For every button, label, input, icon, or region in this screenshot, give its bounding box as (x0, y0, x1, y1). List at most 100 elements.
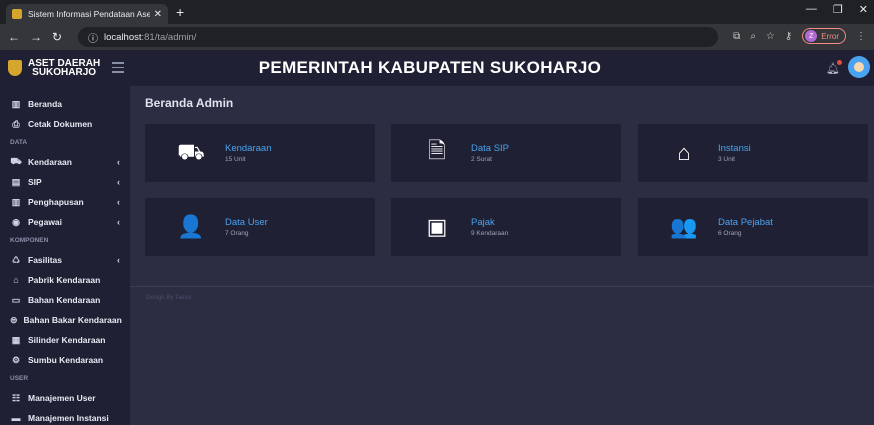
sidebar-item-label: Pabrik Kendaraan (28, 275, 101, 285)
chevron-left-icon: ‹ (117, 197, 120, 207)
factory-icon: ⌂ (13, 275, 19, 285)
forward-icon[interactable]: → (30, 30, 42, 44)
stat-card-title: Pajak (471, 217, 495, 228)
car-icon: ⛟ (177, 138, 205, 164)
sidebar-item-label: Cetak Dokumen (28, 119, 93, 129)
new-tab-icon[interactable]: + (176, 4, 184, 20)
sidebar-item-fasilitas[interactable]: ♺ Fasilitas ‹ (0, 250, 130, 270)
stat-card-title: Instansi (718, 143, 751, 154)
stat-card-count: 15 Unit (225, 156, 246, 163)
app-header: ASET DAERAH SUKOHARJO PEMERINTAH KABUPAT… (0, 50, 874, 86)
user-circle-icon: ◉ (12, 216, 20, 227)
profile-error-button[interactable]: Z Error (802, 28, 846, 44)
back-icon[interactable]: ← (8, 30, 20, 44)
user-avatar[interactable] (848, 56, 870, 78)
hamburger-menu-icon[interactable] (112, 62, 124, 76)
stat-card-kendaraan[interactable]: ⛟ Kendaraan 15 Unit (145, 124, 375, 182)
sidebar-item-manajemen-instansi[interactable]: ▬ Manajemen Instansi (0, 408, 130, 425)
sidebar-section-user: USER (10, 375, 29, 382)
sidebar-section-data: DATA (10, 139, 28, 146)
sidebar-item-penghapusan[interactable]: ▥ Penghapusan ‹ (0, 192, 130, 212)
chevron-left-icon: ‹ (117, 217, 120, 227)
url-path: :81/ta/admin/ (141, 31, 197, 43)
stat-card-title: Data SIP (471, 143, 510, 154)
notification-bell-icon[interactable]: 🔔︎ (826, 60, 842, 75)
error-label: Error (821, 31, 839, 41)
minimize-icon[interactable]: — (806, 3, 817, 16)
stat-card-title: Data User (225, 217, 268, 228)
menu-dots-icon[interactable]: ⋮ (856, 31, 866, 42)
sidebar-item-label: Bahan Kendaraan (28, 295, 101, 305)
stat-card-title: Data Pejabat (718, 217, 773, 228)
money-icon: ▣ (426, 214, 448, 239)
sidebar-item-cetak-dokumen[interactable]: ⎙ Cetak Dokumen (0, 114, 130, 134)
home-icon: ⌂ (677, 140, 691, 165)
brand-text: ASET DAERAH SUKOHARJO (28, 59, 100, 78)
chevron-left-icon: ‹ (117, 177, 120, 187)
stat-card-data-pejabat[interactable]: 👥 Data Pejabat 6 Orang (638, 198, 868, 256)
browser-tab-bar: Sistem Informasi Pendataan Aset ✕ + — ❐ … (0, 0, 874, 24)
stat-card-count: 6 Orang (718, 230, 742, 237)
browser-tab-title: Sistem Informasi Pendataan Aset (28, 9, 150, 19)
document-icon: 🗎 (428, 138, 446, 163)
sidebar-item-label: Manajemen Instansi (28, 413, 109, 423)
stat-card-count: 3 Unit (718, 156, 735, 163)
sidebar-item-label: Kendaraan (28, 157, 72, 167)
stat-card-data-user[interactable]: 👤 Data User 7 Orang (145, 198, 375, 256)
reload-icon[interactable]: ↻ (52, 30, 62, 44)
sidebar-section-komponen: KOMPONEN (10, 237, 49, 244)
chevron-left-icon: ‹ (117, 157, 120, 167)
user-icon: 👤 (177, 214, 205, 239)
sidebar-item-pabrik-kendaraan[interactable]: ⌂ Pabrik Kendaraan (0, 270, 130, 290)
key-icon[interactable]: ⚷ (785, 31, 792, 42)
users-icon: 👥 (670, 214, 698, 239)
url-host: localhost (104, 31, 142, 43)
stat-card-pajak[interactable]: ▣ Pajak 9 Kendaraan (391, 198, 621, 256)
file-icon: ▤ (11, 176, 21, 187)
stat-card-count: 7 Orang (225, 230, 249, 237)
recycle-icon: ♺ (11, 254, 21, 265)
stat-card-count: 9 Kendaraan (471, 230, 509, 237)
profile-avatar: Z (805, 30, 818, 42)
stat-card-instansi[interactable]: ⌂ Instansi 3 Unit (638, 124, 868, 182)
page-title: Beranda Admin (145, 96, 234, 110)
sidebar-item-label: SIP (28, 177, 42, 187)
axle-icon: ⚙ (11, 354, 21, 365)
sidebar-item-bahan-kendaraan[interactable]: ▭ Bahan Kendaraan (0, 290, 130, 310)
zoom-icon[interactable]: ⌕ (750, 31, 756, 42)
brand[interactable]: ASET DAERAH SUKOHARJO (0, 50, 130, 86)
cylinder-icon: ▦ (11, 334, 21, 345)
box-icon: ▭ (11, 294, 21, 305)
address-bar[interactable]: ⓘ localhost:81/ta/admin/ (78, 27, 718, 47)
site-info-icon[interactable]: ⓘ (88, 30, 98, 45)
fuel-icon: ⊜ (10, 314, 18, 325)
sidebar-item-kendaraan[interactable]: ⛟ Kendaraan ‹ (0, 152, 130, 172)
sidebar-item-label: Bahan Bakar Kendaraan (23, 315, 122, 325)
sidebar-item-beranda[interactable]: ▥ Beranda (0, 94, 130, 114)
sidebar-item-label: Penghapusan (28, 197, 84, 207)
sidebar-item-pegawai[interactable]: ◉ Pegawai ‹ (0, 212, 130, 232)
stat-card-data-sip[interactable]: 🗎 Data SIP 2 Surat (391, 124, 621, 182)
restore-icon[interactable]: ❐ (833, 3, 843, 16)
translate-icon[interactable]: ⧉ (733, 31, 740, 42)
bookmark-star-icon[interactable]: ☆ (766, 31, 775, 42)
close-tab-icon[interactable]: ✕ (154, 9, 162, 20)
sidebar-item-label: Fasilitas (28, 255, 63, 265)
footer: Design By Taeva (130, 286, 874, 309)
building-icon: ▬ (11, 413, 21, 423)
sidebar-item-manajemen-user[interactable]: ☷ Manajemen User (0, 388, 130, 408)
close-window-icon[interactable]: ✕ (859, 3, 868, 16)
sidebar-item-label: Manajemen User (28, 393, 96, 403)
sidebar-item-sip[interactable]: ▤ SIP ‹ (0, 172, 130, 192)
main-content: Beranda Admin ⛟ Kendaraan 15 Unit 🗎 Data SIP… (130, 86, 874, 425)
sidebar-item-bahan-bakar-kendaraan[interactable]: ⊜ Bahan Bakar Kendaraan (0, 310, 130, 330)
sidebar-item-label: Sumbu Kendaraan (28, 355, 104, 365)
sidebar-item-sumbu-kendaraan[interactable]: ⚙ Sumbu Kendaraan (0, 350, 130, 370)
sidebar-item-label: Silinder Kendaraan (28, 335, 106, 345)
favicon-icon (12, 9, 22, 19)
dashboard-icon: ▥ (11, 98, 21, 109)
stat-card-title: Kendaraan (225, 143, 272, 154)
browser-tab[interactable]: Sistem Informasi Pendataan Aset ✕ (6, 4, 168, 24)
sidebar-item-silinder-kendaraan[interactable]: ▦ Silinder Kendaraan (0, 330, 130, 350)
print-icon: ⎙ (12, 118, 20, 129)
